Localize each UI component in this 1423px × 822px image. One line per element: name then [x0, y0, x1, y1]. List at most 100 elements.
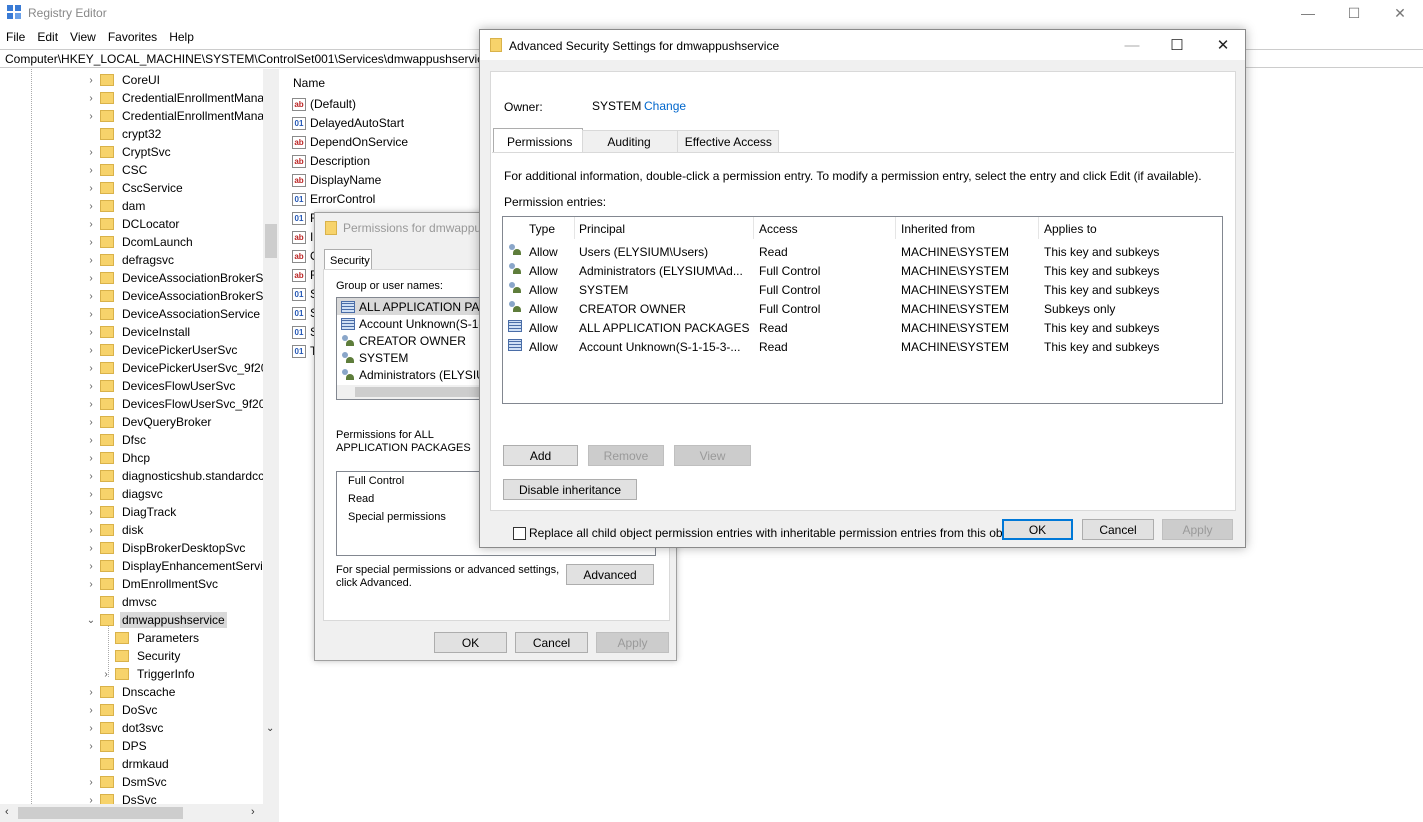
tab-permissions[interactable]: Permissions — [493, 128, 584, 153]
chevron-right-icon[interactable]: › — [86, 219, 96, 230]
add-button[interactable]: Add — [503, 445, 578, 466]
permission-entry-row[interactable]: Allow ALL APPLICATION PACKAGES Read MACHINE… — [503, 318, 1222, 337]
tree-item[interactable]: › DPS — [86, 737, 149, 755]
chevron-right-icon[interactable]: › — [86, 705, 96, 716]
menu-file[interactable]: File — [0, 28, 31, 46]
tree-item[interactable]: › defragsvc — [86, 251, 176, 269]
tree-item[interactable]: › DeviceInstall — [86, 323, 192, 341]
chevron-right-icon[interactable]: › — [86, 417, 96, 428]
chevron-right-icon[interactable]: › — [86, 273, 96, 284]
permission-entry-row[interactable]: Allow SYSTEM Full Control MACHINE\SYSTEM Thi… — [503, 280, 1222, 299]
tree-item[interactable]: › diagsvc — [86, 485, 165, 503]
tab-auditing[interactable]: Auditing — [582, 130, 678, 153]
value-row[interactable]: 01 DelayedAutoStart — [292, 114, 404, 132]
disable-inheritance-button[interactable]: Disable inheritance — [503, 479, 637, 500]
chevron-right-icon[interactable]: › — [86, 345, 96, 356]
column-access[interactable]: Access — [759, 222, 798, 236]
chevron-right-icon[interactable]: › — [86, 255, 96, 266]
tree-item[interactable]: Security — [101, 647, 182, 665]
tree-item[interactable]: › Dnscache — [86, 683, 177, 701]
advanced-button[interactable]: Advanced — [566, 564, 654, 585]
tree-item[interactable]: › Dhcp — [86, 449, 152, 467]
chevron-right-icon[interactable]: › — [86, 741, 96, 752]
chevron-right-icon[interactable]: › — [86, 381, 96, 392]
chevron-right-icon[interactable]: › — [86, 723, 96, 734]
tree-item[interactable]: › DiagTrack — [86, 503, 178, 521]
column-applies-to[interactable]: Applies to — [1044, 222, 1097, 236]
menu-help[interactable]: Help — [163, 28, 200, 46]
tree-item[interactable]: › TriggerInfo — [101, 665, 197, 683]
tab-security[interactable]: Security — [324, 249, 372, 270]
tree-item[interactable]: dmvsc — [86, 593, 159, 611]
tree-item[interactable]: › DevicePickerUserSvc_9f20f — [86, 359, 273, 377]
chevron-right-icon[interactable]: › — [86, 111, 96, 122]
tree-item[interactable]: › DevQueryBroker — [86, 413, 213, 431]
tree-item[interactable]: › DeviceAssociationBrokerSv — [86, 287, 271, 305]
tree-item[interactable]: › DevicesFlowUserSvc — [86, 377, 237, 395]
maximize-button[interactable]: ☐ — [1331, 0, 1377, 26]
chevron-right-icon[interactable]: › — [86, 471, 96, 482]
chevron-right-icon[interactable]: › — [86, 489, 96, 500]
tree-vertical-scrollbar[interactable] — [263, 69, 279, 804]
column-principal[interactable]: Principal — [579, 222, 625, 236]
tree-item[interactable]: › CoreUI — [86, 71, 162, 89]
chevron-right-icon[interactable]: › — [86, 453, 96, 464]
tree-item[interactable]: › DisplayEnhancementServic — [86, 557, 271, 575]
tree-item[interactable]: › CscService — [86, 179, 185, 197]
chevron-right-icon[interactable]: › — [86, 543, 96, 554]
close-button[interactable]: ✕ — [1200, 30, 1246, 60]
tree-item[interactable]: › DeviceAssociationBrokerSv — [86, 269, 271, 287]
minimize-button[interactable]: — — [1285, 0, 1331, 26]
menu-edit[interactable]: Edit — [31, 28, 64, 46]
chevron-right-icon[interactable]: › — [101, 669, 111, 680]
chevron-right-icon[interactable]: › — [86, 93, 96, 104]
tree-item[interactable]: › CSC — [86, 161, 149, 179]
tree-item[interactable]: › DcomLaunch — [86, 233, 195, 251]
chevron-right-icon[interactable]: › — [86, 183, 96, 194]
scroll-right-icon[interactable]: › — [251, 806, 255, 818]
replace-child-entries-checkbox[interactable] — [513, 527, 526, 540]
chevron-right-icon[interactable]: › — [86, 399, 96, 410]
chevron-right-icon[interactable]: › — [86, 291, 96, 302]
chevron-right-icon[interactable]: › — [86, 363, 96, 374]
tree-item[interactable]: › dot3svc — [86, 719, 165, 737]
permission-entries-list[interactable]: Type Principal Access Inherited from App… — [502, 216, 1223, 404]
chevron-right-icon[interactable]: › — [86, 507, 96, 518]
chevron-down-icon[interactable]: ⌄ — [86, 615, 96, 626]
minimize-button[interactable]: — — [1109, 30, 1155, 60]
tree-item[interactable]: › diagnosticshub.standardcc — [86, 467, 266, 485]
apply-button[interactable]: Apply — [596, 632, 669, 653]
value-row[interactable]: ab (Default) — [292, 95, 356, 113]
chevron-right-icon[interactable]: › — [86, 435, 96, 446]
close-button[interactable]: ✕ — [1377, 0, 1423, 26]
maximize-button[interactable]: ☐ — [1154, 30, 1200, 60]
apply-button[interactable]: Apply — [1162, 519, 1233, 540]
replace-child-entries-label[interactable]: Replace all child object permission entr… — [529, 526, 1021, 540]
chevron-right-icon[interactable]: › — [86, 309, 96, 320]
tree-item[interactable]: › DCLocator — [86, 215, 181, 233]
registry-tree[interactable]: › CoreUI › CredentialEnrollmentMana › Credent… — [0, 69, 279, 822]
chevron-right-icon[interactable]: › — [86, 579, 96, 590]
cancel-button[interactable]: Cancel — [515, 632, 588, 653]
tree-item[interactable]: drmkaud — [86, 755, 171, 773]
value-row[interactable]: ab Description — [292, 152, 370, 170]
tree-item[interactable]: › DsmSvc — [86, 773, 169, 791]
tree-item[interactable]: › DevicePickerUserSvc — [86, 341, 239, 359]
tree-item[interactable]: › DoSvc — [86, 701, 159, 719]
chevron-right-icon[interactable]: › — [86, 165, 96, 176]
tree-item[interactable]: › Dfsc — [86, 431, 148, 449]
permission-entry-row[interactable]: Allow Users (ELYSIUM\Users) Read MACHINE\SY… — [503, 242, 1222, 261]
tree-item[interactable]: › DispBrokerDesktopSvc — [86, 539, 247, 557]
chevron-right-icon[interactable]: › — [86, 75, 96, 86]
value-row[interactable]: 01 ErrorControl — [292, 190, 375, 208]
tree-item[interactable]: crypt32 — [86, 125, 163, 143]
menu-view[interactable]: View — [64, 28, 102, 46]
permission-entry-row[interactable]: Allow Account Unknown(S-1-15-3-... Read MAC… — [503, 337, 1222, 356]
view-button[interactable]: View — [674, 445, 751, 466]
cancel-button[interactable]: Cancel — [1082, 519, 1154, 540]
remove-button[interactable]: Remove — [588, 445, 664, 466]
tree-item[interactable]: › dam — [86, 197, 147, 215]
ok-button[interactable]: OK — [1002, 519, 1073, 540]
tree-horizontal-scrollbar[interactable] — [0, 804, 279, 822]
tree-item[interactable]: › DmEnrollmentSvc — [86, 575, 220, 593]
